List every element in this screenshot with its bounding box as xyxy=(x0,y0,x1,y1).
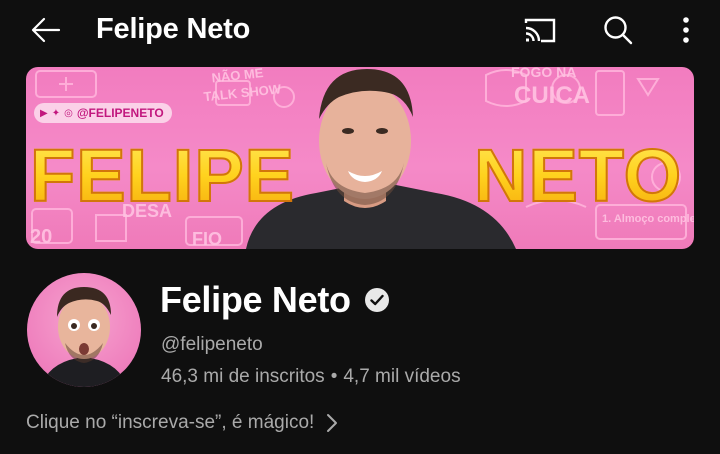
channel-description-link[interactable]: Clique no “inscreva-se”, é mágico! xyxy=(26,412,338,434)
svg-text:FOGO NA: FOGO NA xyxy=(511,67,576,80)
chevron-right-icon xyxy=(327,414,338,432)
social-handle-text: @FELIPENETO xyxy=(76,106,164,120)
verified-check-icon xyxy=(364,288,389,312)
svg-text:NÃO ME: NÃO ME xyxy=(211,67,265,85)
cast-button[interactable] xyxy=(518,10,562,50)
page-title: Felipe Neto xyxy=(96,13,251,45)
channel-description-text: Clique no “inscreva-se”, é mágico! xyxy=(26,412,315,433)
avatar-portrait xyxy=(41,287,127,387)
channel-name-text: Felipe Neto xyxy=(160,279,351,320)
more-options-button[interactable] xyxy=(664,10,708,50)
subscriber-count: 46,3 mi de inscritos xyxy=(161,366,325,387)
banner-title-left: FELIPE xyxy=(29,133,296,218)
channel-stats: 46,3 mi de inscritos • 4,7 mil vídeos xyxy=(161,366,461,388)
channel-avatar[interactable] xyxy=(27,273,141,387)
back-button[interactable] xyxy=(26,12,66,48)
twitter-icon: ✦ xyxy=(51,107,61,119)
instagram-icon: ◎ xyxy=(64,107,73,119)
svg-text:CUICA: CUICA xyxy=(514,82,590,109)
search-button[interactable] xyxy=(596,10,640,50)
search-icon xyxy=(604,16,633,45)
stats-separator: • xyxy=(330,366,338,387)
svg-text:20: 20 xyxy=(30,226,52,248)
arrow-left-icon xyxy=(31,17,61,43)
cast-icon xyxy=(524,18,556,43)
channel-name: Felipe Neto xyxy=(160,279,389,321)
video-count: 4,7 mil vídeos xyxy=(343,366,461,387)
social-handle-pill: ▶ ✦ ◎ @FELIPENETO xyxy=(34,103,172,123)
banner-title-right: NETO xyxy=(473,133,683,218)
play-icon: ▶ xyxy=(40,107,48,119)
top-app-bar: Felipe Neto xyxy=(0,0,720,62)
channel-banner: NÃO ME TALK SHOW FOGO NA CUICA DESA FIO … xyxy=(26,67,694,249)
channel-handle: @felipeneto xyxy=(161,334,263,355)
more-vertical-icon xyxy=(683,17,689,43)
svg-text:FIO: FIO xyxy=(192,229,222,249)
